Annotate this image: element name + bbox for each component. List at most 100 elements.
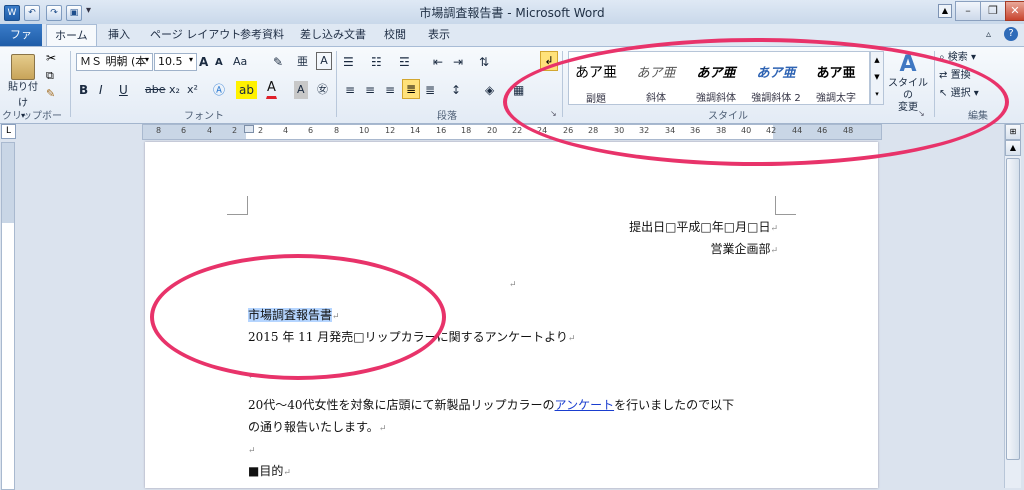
body-line-2[interactable]: の通り報告いたします。↵ — [248, 418, 386, 435]
section-heading-line[interactable]: ■目的↵ — [248, 462, 291, 479]
italic-button[interactable]: I — [98, 81, 104, 99]
body-text: を行いましたので以下 — [614, 398, 735, 412]
style-italic[interactable]: あア亜 斜体 — [629, 52, 683, 104]
tab-references[interactable]: 参考資料 — [232, 24, 292, 46]
close-button[interactable]: ✕ — [1005, 1, 1024, 21]
ruler-tick-label: 32 — [639, 126, 650, 135]
style-emphasis-italic-2[interactable]: あア亜 強調斜体 2 — [749, 52, 803, 104]
dialog-launcher-icon[interactable]: ↘ — [550, 109, 557, 118]
style-name: 強調斜体 — [696, 93, 736, 104]
ruler-tick-label: 28 — [588, 126, 599, 135]
subscript-button[interactable]: x₂ — [168, 81, 181, 99]
show-formatting-marks-icon[interactable]: ↲ — [540, 51, 558, 71]
decrease-indent-icon[interactable]: ⇤ — [432, 53, 444, 71]
ruler-tick-label: 4 — [207, 126, 213, 135]
tab-mailings[interactable]: 差し込み文書 — [292, 24, 374, 46]
date-line[interactable]: 提出日□平成□年□月□日↵ — [629, 218, 778, 235]
multilevel-list-icon[interactable]: ☲ — [398, 53, 411, 71]
select-button[interactable]: ↖ 選択 ▾ — [938, 85, 980, 103]
phonetic-guide-icon[interactable]: 亜 — [296, 53, 309, 71]
minimize-button[interactable]: – — [955, 1, 981, 21]
style-strong[interactable]: あア亜 強調太字 — [809, 52, 863, 104]
paste-button[interactable]: 貼り付け ▾ — [4, 51, 42, 120]
change-case-button[interactable]: Aa — [232, 53, 248, 71]
tab-view[interactable]: 表示 — [420, 24, 458, 46]
ruler-margin-top — [2, 143, 14, 223]
hyperlink[interactable]: アンケート — [555, 398, 615, 412]
empty-paragraph[interactable]: ↵ — [509, 276, 517, 290]
highlight-color-icon[interactable]: ab — [236, 81, 257, 99]
find-button[interactable]: ⌕ 検索 ▾ — [938, 49, 977, 67]
window-menu-icon[interactable]: ▲ — [938, 4, 952, 18]
character-border-icon[interactable]: A — [316, 52, 332, 70]
borders-icon[interactable]: ▦ — [512, 81, 525, 99]
vertical-ruler[interactable] — [1, 142, 15, 490]
grow-font-button[interactable]: A — [198, 53, 209, 71]
tab-review[interactable]: 校閲 — [376, 24, 414, 46]
clear-format-icon[interactable]: ✎ — [272, 53, 284, 71]
style-emphasis-italic[interactable]: あア亜 強調斜体 — [689, 52, 743, 104]
strikethrough-button[interactable]: abe — [144, 81, 167, 99]
style-sample: あア亜 — [816, 66, 856, 81]
text-effects-icon[interactable]: Ⓐ — [212, 81, 226, 99]
tab-home[interactable]: ホーム — [46, 24, 97, 47]
dialog-launcher-icon[interactable]: ↘ — [918, 109, 925, 118]
shading-icon[interactable]: ◈ — [484, 81, 495, 99]
distributed-icon[interactable]: ≣ — [424, 81, 436, 99]
document-title-line[interactable]: 市場調査報告書↵ — [248, 306, 340, 323]
ruler-tick-label: 10 — [359, 126, 370, 135]
paragraph-mark: ↵ — [770, 246, 778, 256]
format-painter-icon[interactable]: ✎ — [46, 87, 55, 100]
justify-icon[interactable]: ≣ — [402, 79, 420, 99]
empty-paragraph[interactable]: ↵ — [248, 368, 256, 382]
ruler-toggle-icon[interactable]: ⊞ — [1005, 124, 1021, 140]
bullets-icon[interactable]: ☰ — [342, 53, 355, 71]
subtitle-line[interactable]: 2015 年 11 月発売□リップカラーに関するアンケートより↵ — [248, 328, 575, 345]
department-line[interactable]: 営業企画部↵ — [710, 240, 778, 257]
sort-icon[interactable]: ⇅ — [478, 53, 490, 71]
scroll-thumb[interactable] — [1006, 158, 1020, 460]
increase-indent-icon[interactable]: ⇥ — [452, 53, 464, 71]
tab-selector-button[interactable]: L — [1, 124, 16, 139]
change-styles-button[interactable]: A スタイルの 変更 — [886, 51, 930, 115]
align-right-icon[interactable]: ≡ — [384, 81, 396, 99]
scroll-up-icon[interactable]: ▲ — [1005, 140, 1021, 156]
font-family-select[interactable]: ＭＳ 明朝 (本 — [76, 53, 153, 71]
crop-mark-left — [227, 196, 248, 215]
horizontal-ruler[interactable]: 8 6 4 2 2 4 6 8 10 12 14 16 18 20 22 24 26 28 30 32 34 36 38 40… — [142, 124, 882, 140]
superscript-button[interactable]: x² — [186, 81, 199, 99]
ruler-tick-label: 6 — [181, 126, 187, 135]
cut-icon[interactable]: ✂ — [46, 51, 56, 65]
minimize-ribbon-icon[interactable]: ▵ — [986, 29, 991, 40]
align-left-icon[interactable]: ≡ — [344, 81, 356, 99]
empty-paragraph[interactable]: ↵ — [248, 442, 256, 456]
style-subtitle[interactable]: あア亜 副題 — [569, 52, 623, 105]
maximize-button[interactable]: ❐ — [980, 1, 1006, 21]
align-center-icon[interactable]: ≡ — [364, 81, 376, 99]
clipboard-icon — [11, 54, 35, 80]
copy-icon[interactable]: ⧉ — [46, 69, 54, 83]
line-spacing-icon[interactable]: ↕ — [450, 81, 462, 99]
ruler-tick-label: 8 — [156, 126, 162, 135]
enclose-characters-icon[interactable]: ㊛ — [316, 81, 329, 99]
styles-scroll[interactable]: ▲ ▼ ▾ — [870, 51, 884, 105]
vertical-scrollbar[interactable]: ⊞ ▲ — [1004, 124, 1021, 488]
tab-insert[interactable]: 挿入 — [100, 24, 138, 46]
style-sample: あア亜 — [756, 66, 796, 81]
style-sample: あア亜 — [575, 65, 617, 81]
replace-button[interactable]: ⇄ 置換 — [938, 67, 972, 85]
ruler-tick-label: 12 — [385, 126, 396, 135]
character-shading-icon[interactable]: A — [294, 81, 308, 99]
help-icon[interactable]: ? — [1004, 27, 1018, 41]
tab-file[interactable]: ファイル — [0, 24, 42, 63]
shrink-font-button[interactable]: A — [214, 54, 224, 72]
body-line-1[interactable]: 20代～40代女性を対象に店頭にて新製品リップカラーのアンケートを行いましたので… — [248, 396, 734, 413]
document-page[interactable]: 提出日□平成□年□月□日↵ 営業企画部↵ ↵ 市場調査報告書↵ 2015 年 1… — [145, 142, 878, 488]
numbering-icon[interactable]: ☷ — [370, 53, 383, 71]
style-sample: あア亜 — [696, 66, 736, 81]
ruler-tick-label: 8 — [334, 126, 340, 135]
underline-button[interactable]: U — [118, 81, 129, 99]
font-color-button[interactable]: A — [266, 79, 277, 99]
ruler-tick-label: 48 — [843, 126, 854, 135]
bold-button[interactable]: B — [78, 81, 89, 99]
